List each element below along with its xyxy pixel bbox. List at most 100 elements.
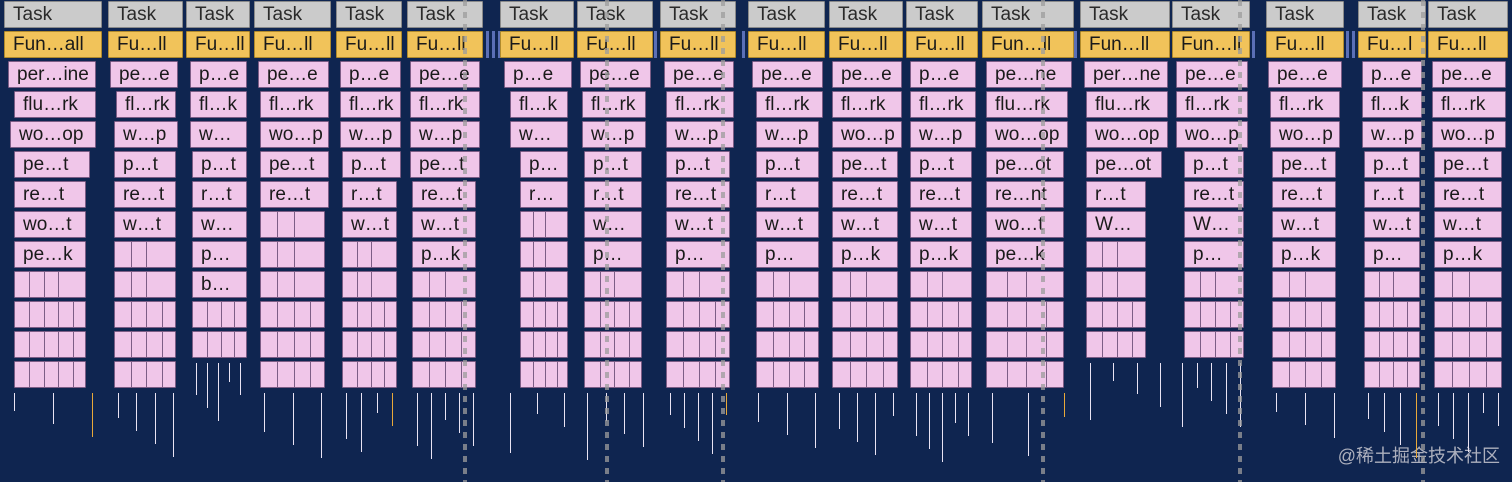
frame-bar[interactable]: w…t [1272, 211, 1336, 238]
frame-bar[interactable] [1184, 271, 1244, 298]
frame-bar[interactable] [1364, 301, 1420, 328]
frame-bar[interactable] [1364, 271, 1420, 298]
frame-bar[interactable]: w… [192, 211, 247, 238]
frame-bar[interactable]: fl…k [1362, 91, 1422, 118]
frame-bar[interactable] [910, 301, 972, 328]
frame-bar[interactable] [584, 361, 642, 388]
frame-bar[interactable] [1086, 301, 1146, 328]
frame-bar[interactable]: p…e [910, 61, 976, 88]
frame-bar[interactable]: p… [756, 241, 819, 268]
task-bar[interactable]: Task [254, 1, 331, 28]
frame-bar[interactable] [1086, 271, 1146, 298]
frame-bar[interactable] [114, 241, 176, 268]
frame-bar[interactable]: wo…t [986, 211, 1064, 238]
frame-bar[interactable] [114, 361, 176, 388]
frame-bar[interactable]: re…t [832, 181, 898, 208]
frame-bar[interactable]: p… [520, 151, 568, 178]
frame-bar[interactable]: fl…rk [340, 91, 401, 118]
function-call-bar[interactable]: Fu…ll [500, 31, 574, 58]
frame-bar[interactable]: r…t [584, 181, 642, 208]
task-bar[interactable]: Task [1080, 1, 1170, 28]
frame-bar[interactable]: fl…rk [410, 91, 480, 118]
frame-bar[interactable] [584, 301, 642, 328]
frame-bar[interactable]: p…t [1364, 151, 1420, 178]
frame-bar[interactable]: w…p [910, 121, 976, 148]
function-call-bar[interactable]: Fun…ll [982, 31, 1074, 58]
frame-bar[interactable] [342, 331, 397, 358]
frame-bar[interactable] [342, 271, 397, 298]
task-bar[interactable]: Task [1266, 1, 1344, 28]
frame-bar[interactable] [342, 361, 397, 388]
frame-bar[interactable]: pe…e [1432, 61, 1506, 88]
frame-bar[interactable]: pe…e [832, 61, 902, 88]
frame-bar[interactable]: w… [190, 121, 247, 148]
frame-bar[interactable]: per…ine [8, 61, 96, 88]
frame-bar[interactable] [756, 331, 819, 358]
frame-bar[interactable] [1434, 271, 1502, 298]
function-call-bar[interactable]: Fu…ll [906, 31, 978, 58]
frame-bar[interactable] [114, 271, 176, 298]
function-call-bar[interactable]: Fu…ll [1428, 31, 1508, 58]
frame-bar[interactable]: re…t [14, 181, 86, 208]
frame-bar[interactable] [1272, 271, 1336, 298]
function-call-bar[interactable]: Fu…ll [254, 31, 331, 58]
frame-bar[interactable] [260, 241, 325, 268]
frame-bar[interactable]: wo…op [1086, 121, 1168, 148]
frame-bar[interactable]: p… [584, 241, 642, 268]
frame-bar[interactable] [342, 241, 397, 268]
frame-bar[interactable]: p…e [504, 61, 572, 88]
frame-bar[interactable] [1434, 361, 1502, 388]
frame-bar[interactable]: p…k [910, 241, 972, 268]
frame-bar[interactable]: p…t [584, 151, 642, 178]
frame-bar[interactable] [756, 271, 819, 298]
frame-bar[interactable]: re…nt [986, 181, 1064, 208]
frame-bar[interactable]: fl…rk [1432, 91, 1506, 118]
frame-bar[interactable] [14, 361, 86, 388]
frame-bar[interactable]: r…t [756, 181, 819, 208]
frame-bar[interactable]: p… [1364, 241, 1420, 268]
frame-bar[interactable]: w… [510, 121, 568, 148]
frame-bar[interactable] [260, 331, 325, 358]
frame-bar[interactable]: w…t [832, 211, 898, 238]
frame-bar[interactable] [584, 331, 642, 358]
frame-bar[interactable]: re…t [1184, 181, 1244, 208]
frame-bar[interactable] [584, 271, 642, 298]
frame-bar[interactable] [1184, 331, 1244, 358]
frame-bar[interactable]: W… [1184, 211, 1244, 238]
frame-bar[interactable] [756, 361, 819, 388]
frame-bar[interactable]: wo…p [1432, 121, 1506, 148]
frame-bar[interactable] [520, 241, 568, 268]
frame-bar[interactable] [114, 301, 176, 328]
frame-bar[interactable]: pe…t [410, 151, 480, 178]
frame-bar[interactable]: wo…op [986, 121, 1068, 148]
frame-bar[interactable] [114, 331, 176, 358]
frame-bar[interactable]: fl…rk [1270, 91, 1340, 118]
frame-bar[interactable]: r… [520, 181, 568, 208]
task-bar[interactable]: Task [748, 1, 825, 28]
frame-bar[interactable]: p…k [1272, 241, 1336, 268]
frame-bar[interactable]: w…t [1364, 211, 1420, 238]
frame-bar[interactable] [1184, 301, 1244, 328]
task-bar[interactable]: Task [500, 1, 574, 28]
frame-bar[interactable]: w…p [114, 121, 178, 148]
function-call-bar[interactable]: Fu…ll [407, 31, 483, 58]
frame-bar[interactable]: p…t [1184, 151, 1244, 178]
frame-bar[interactable] [260, 211, 325, 238]
frame-bar[interactable] [1086, 241, 1146, 268]
frame-bar[interactable]: fl…k [510, 91, 568, 118]
frame-bar[interactable]: pe…ot [986, 151, 1064, 178]
frame-bar[interactable]: b… [192, 271, 247, 298]
frame-bar[interactable]: p…e [190, 61, 247, 88]
frame-bar[interactable]: w… [584, 211, 642, 238]
frame-bar[interactable] [192, 331, 247, 358]
frame-bar[interactable]: p… [192, 241, 247, 268]
frame-bar[interactable]: wo…op [10, 121, 96, 148]
function-call-bar[interactable]: Fu…ll [748, 31, 825, 58]
function-call-bar[interactable]: Fu…ll [577, 31, 653, 58]
frame-bar[interactable] [910, 331, 972, 358]
frame-bar[interactable] [986, 301, 1064, 328]
frame-bar[interactable]: p…k [1434, 241, 1502, 268]
frame-bar[interactable] [342, 301, 397, 328]
frame-bar[interactable] [1272, 361, 1336, 388]
frame-bar[interactable]: w…p [582, 121, 646, 148]
